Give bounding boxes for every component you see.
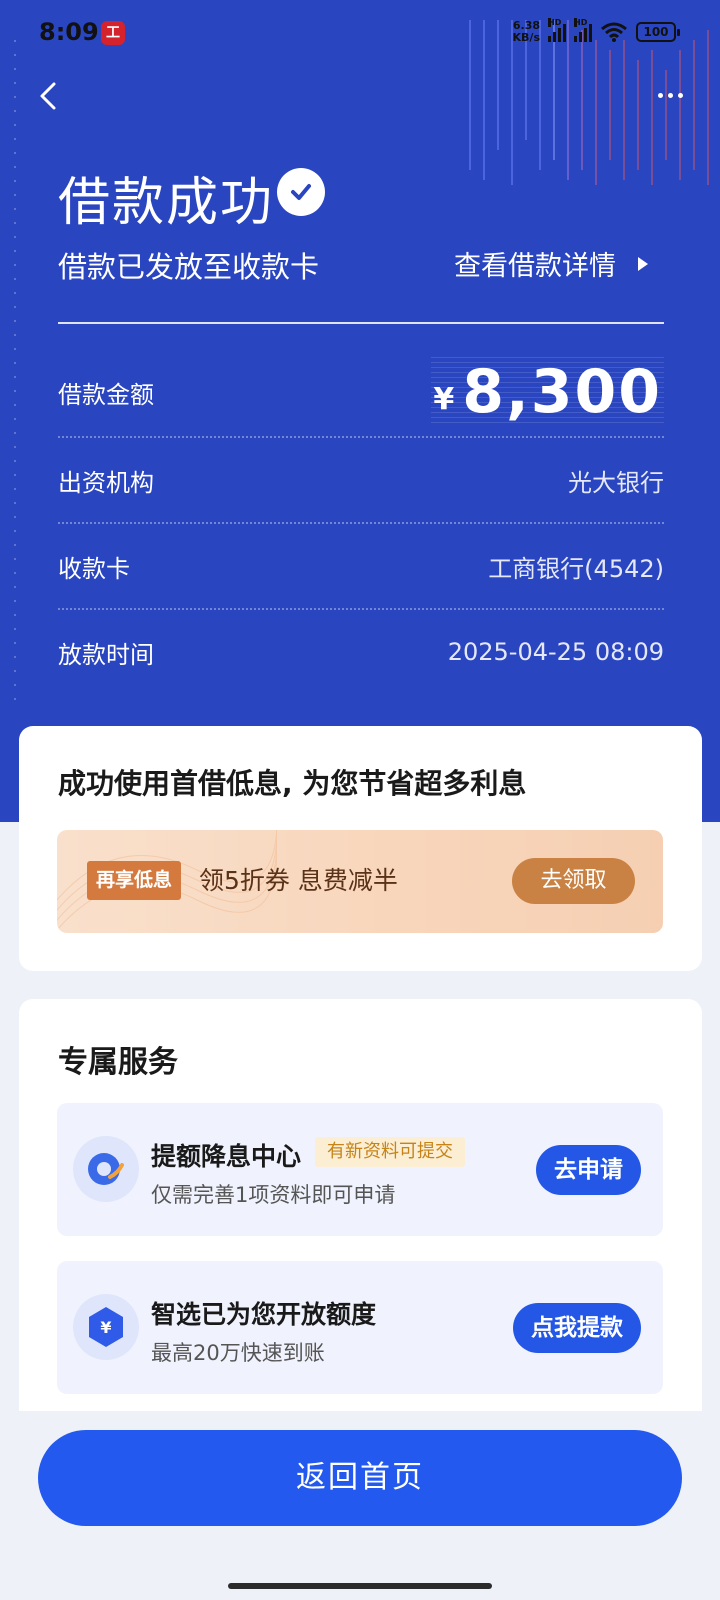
check-icon xyxy=(277,168,325,216)
service-title: 提额降息中心 xyxy=(151,1142,302,1171)
service-subtitle: 仅需完善1项资料即可申请 xyxy=(151,1183,396,1207)
return-home-button[interactable]: 返回首页 xyxy=(38,1430,682,1526)
disbursement-time-row: 放款时间 2025-04-25 08:09 xyxy=(58,610,664,694)
lender-value: 光大银行 xyxy=(568,468,664,497)
currency-symbol: ¥ xyxy=(433,382,457,417)
coupon-tag: 再享低息 xyxy=(87,861,182,900)
apply-button[interactable]: 去申请 xyxy=(536,1145,641,1195)
services-title: 专属服务 xyxy=(58,1045,178,1080)
exclusive-services-card: 专属服务 提额降息中心 有新资料可提交 仅需完善1项资料即可申请 去申请 ¥ 智… xyxy=(19,999,702,1439)
disbursement-time-label: 放款时间 xyxy=(58,640,154,669)
coupon-text: 领5折券 息费减半 xyxy=(199,866,398,895)
svg-text:¥: ¥ xyxy=(100,1318,111,1337)
dot xyxy=(667,92,673,98)
service-item-credit-boost[interactable]: 提额降息中心 有新资料可提交 仅需完善1项资料即可申请 去申请 xyxy=(57,1103,663,1236)
gesture-bar[interactable] xyxy=(228,1583,492,1589)
receiving-card-value: 工商银行(4542) xyxy=(488,554,664,583)
page-subtitle: 借款已发放至收款卡 xyxy=(58,250,320,284)
promo-card: 成功使用首借低息, 为您节省超多利息 再享低息 领5折券 息费减半 去领取 xyxy=(19,726,702,971)
promo-title: 成功使用首借低息, 为您节省超多利息 xyxy=(58,767,527,800)
receiving-card-label: 收款卡 xyxy=(58,554,130,583)
loan-amount-row: 借款金额 ¥ 8,300 xyxy=(58,350,664,434)
dot xyxy=(657,92,663,98)
divider xyxy=(58,322,664,324)
status-bar: 8:09 工 6.38 KB/s HD HD 100 xyxy=(0,0,720,66)
more-options-button[interactable] xyxy=(650,80,690,110)
status-indicators: 6.38 KB/s HD HD 100 xyxy=(512,18,680,44)
wifi-icon xyxy=(601,22,627,42)
withdraw-button[interactable]: 点我提款 xyxy=(513,1303,641,1353)
service-subtitle: 最高20万快速到账 xyxy=(151,1341,325,1365)
caret-right-icon xyxy=(638,256,648,271)
battery-icon: 100 xyxy=(636,22,680,42)
lender-label: 出资机构 xyxy=(58,468,154,497)
page-title: 借款成功 xyxy=(58,173,275,233)
receiving-card-row: 收款卡 工商银行(4542) xyxy=(58,524,664,608)
new-info-badge: 有新资料可提交 xyxy=(315,1137,465,1167)
service-title: 智选已为您开放额度 xyxy=(151,1300,377,1329)
back-button[interactable] xyxy=(30,76,70,116)
amount-number: 8,300 xyxy=(462,357,662,427)
signal-icon: HD xyxy=(574,18,592,42)
service-item-quota[interactable]: ¥ 智选已为您开放额度 最高20万快速到账 点我提款 xyxy=(57,1261,663,1394)
claim-coupon-button[interactable]: 去领取 xyxy=(512,858,635,904)
hero-section: 8:09 工 6.38 KB/s HD HD 100 借款成功 借款已发放至收款… xyxy=(0,0,720,822)
disbursement-time-value: 2025-04-25 08:09 xyxy=(447,638,664,666)
credit-boost-icon xyxy=(73,1136,139,1202)
status-time: 8:09 xyxy=(39,18,99,46)
link-label: 查看借款详情 xyxy=(454,251,616,282)
dot xyxy=(677,92,683,98)
coupon-banner[interactable]: 再享低息 领5折券 息费减半 去领取 xyxy=(57,830,663,933)
loan-amount-value: ¥ 8,300 xyxy=(431,357,664,427)
view-loan-details-link[interactable]: 查看借款详情 xyxy=(454,244,648,283)
lender-row: 出资机构 光大银行 xyxy=(58,438,664,522)
network-speed: 6.38 KB/s xyxy=(512,19,540,44)
loan-amount-label: 借款金额 xyxy=(58,380,154,409)
bank-app-icon: 工 xyxy=(101,21,125,45)
chevron-left-icon xyxy=(40,82,56,110)
side-watermark xyxy=(14,40,16,700)
signal-icon: HD xyxy=(548,18,566,42)
yuan-shield-icon: ¥ xyxy=(73,1294,139,1360)
